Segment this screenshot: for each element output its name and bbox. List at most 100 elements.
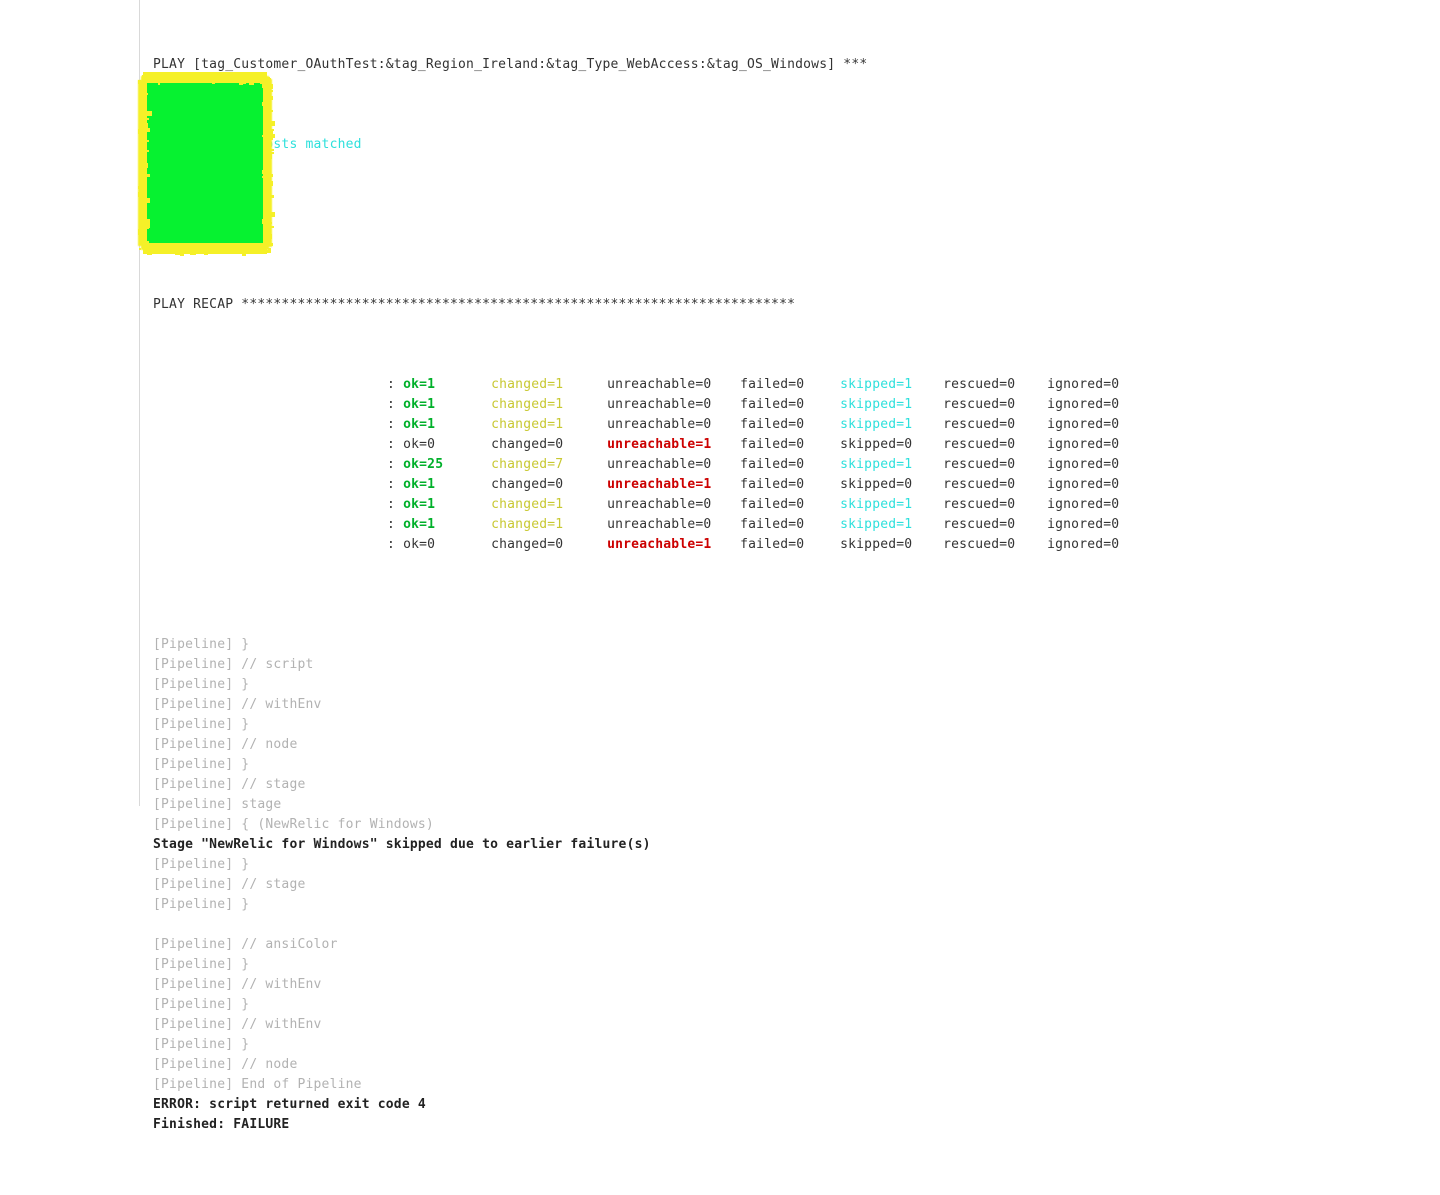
redaction-speck: [270, 133, 275, 138]
recap-row: : ok=1 changed=1 unreachable=0 failed=0 skip…: [153, 515, 1413, 535]
recap-separator: :: [379, 477, 404, 492]
play-recap-table: : ok=1 changed=1 unreachable=0 failed=0 skip…: [153, 375, 1413, 555]
recap-ignored: ignored=0: [1047, 457, 1120, 472]
redaction-speck: [190, 79, 193, 83]
redaction-speck: [144, 209, 147, 214]
redaction-speck: [269, 120, 275, 126]
recap-host-name: [153, 475, 379, 495]
recap-row: : ok=25 changed=7 unreachable=0 failed=0 ski…: [153, 455, 1413, 475]
log-line: [Pipeline] }: [153, 717, 250, 732]
recap-skipped: skipped=1: [840, 377, 913, 392]
redaction-speck: [139, 247, 142, 250]
log-line: [Pipeline] }: [153, 637, 250, 652]
redaction-speck: [187, 80, 190, 83]
redaction-speck: [226, 79, 229, 83]
redaction-speck: [266, 80, 272, 86]
recap-row: : ok=1 changed=0 unreachable=1 failed=0 skip…: [153, 475, 1413, 495]
recap-separator: :: [379, 417, 404, 432]
redaction-speck: [267, 163, 270, 168]
recap-rescued: rescued=0: [943, 477, 1016, 492]
redaction-speck: [143, 227, 146, 230]
redaction-speck: [263, 216, 266, 219]
recap-unreachable: unreachable=0: [607, 517, 712, 532]
redaction-speck: [185, 247, 189, 251]
console-log-text: PLAY [tag_Customer_OAuthTest:&tag_Region…: [153, 0, 1413, 1195]
log-line: [Pipeline] }: [153, 897, 250, 912]
recap-host-name: [153, 455, 379, 475]
redaction-speck: [155, 248, 158, 253]
recap-host-name: [153, 395, 379, 415]
recap-ignored: ignored=0: [1047, 517, 1120, 532]
redaction-speck: [150, 251, 155, 254]
redaction-speck: [138, 159, 142, 163]
redaction-speck: [168, 74, 171, 77]
recap-rescued: rescued=0: [943, 417, 1016, 432]
log-line: [Pipeline] }: [153, 997, 250, 1012]
redaction-speck: [252, 73, 258, 77]
redaction-speck: [244, 74, 247, 78]
recap-unreachable: unreachable=1: [607, 437, 712, 452]
log-line: [Pipeline] // withEnv: [153, 977, 322, 992]
redaction-block: [138, 72, 276, 257]
log-line: [Pipeline] stage: [153, 797, 282, 812]
recap-failed: failed=0: [740, 537, 805, 552]
redaction-speck: [140, 136, 143, 140]
recap-changed: changed=0: [491, 477, 564, 492]
recap-row: : ok=1 changed=1 unreachable=0 failed=0 skip…: [153, 375, 1413, 395]
recap-row: : ok=1 changed=1 unreachable=0 failed=0 skip…: [153, 495, 1413, 515]
recap-separator: :: [379, 437, 404, 452]
recap-changed: changed=7: [491, 457, 564, 472]
redaction-speck: [256, 78, 262, 83]
recap-ignored: ignored=0: [1047, 537, 1120, 552]
log-line: [Pipeline] { (NewRelic for Windows): [153, 817, 434, 832]
redaction-speck: [192, 77, 196, 80]
redaction-speck: [269, 226, 275, 229]
recap-ignored: ignored=0: [1047, 497, 1120, 512]
recap-rescued: rescued=0: [943, 377, 1016, 392]
recap-row: : ok=0 changed=0 unreachable=1 failed=0 skip…: [153, 535, 1413, 555]
recap-ok: ok=0: [403, 537, 436, 552]
redaction-speck: [221, 251, 227, 254]
redaction-speck: [139, 109, 142, 115]
redaction-speck: [270, 194, 274, 198]
recap-skipped: skipped=1: [840, 397, 913, 412]
log-line-recap-header: PLAY RECAP *****************************…: [153, 297, 796, 312]
redaction-speck: [170, 78, 176, 84]
recap-changed: changed=1: [491, 377, 564, 392]
redaction-speck: [241, 73, 245, 79]
redaction-speck: [204, 246, 210, 250]
log-line: [Pipeline] }: [153, 1037, 250, 1052]
redaction-speck: [192, 249, 197, 252]
redaction-speck: [139, 181, 143, 184]
redaction-speck: [267, 247, 271, 253]
recap-failed: failed=0: [740, 497, 805, 512]
recap-unreachable: unreachable=0: [607, 497, 712, 512]
recap-rescued: rescued=0: [943, 497, 1016, 512]
redaction-speck: [139, 228, 143, 234]
redaction-speck: [142, 162, 148, 168]
redaction-speck: [141, 147, 143, 150]
recap-unreachable: unreachable=0: [607, 397, 712, 412]
recap-row: : ok=0 changed=0 unreachable=1 failed=0 skip…: [153, 435, 1413, 455]
redaction-speck: [161, 251, 166, 255]
recap-host-name: [153, 535, 379, 555]
redaction-speck: [236, 249, 240, 254]
recap-separator: :: [379, 457, 404, 472]
recap-changed: changed=0: [491, 537, 564, 552]
redaction-speck: [241, 251, 246, 256]
redaction-speck: [141, 169, 144, 174]
recap-separator: :: [379, 377, 404, 392]
redaction-speck: [144, 81, 147, 86]
redaction-speck: [265, 212, 271, 217]
redaction-speck: [196, 76, 200, 80]
redaction-speck: [238, 80, 243, 85]
redaction-speck: [268, 129, 274, 132]
redaction-speck: [210, 76, 216, 79]
recap-ignored: ignored=0: [1047, 417, 1120, 432]
recap-rescued: rescued=0: [943, 457, 1016, 472]
recap-ignored: ignored=0: [1047, 437, 1120, 452]
redaction-speck: [143, 105, 147, 108]
recap-skipped: skipped=0: [840, 477, 913, 492]
redaction-speck: [140, 221, 143, 225]
